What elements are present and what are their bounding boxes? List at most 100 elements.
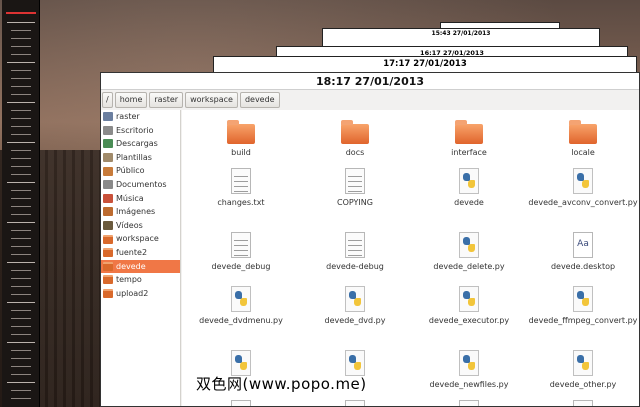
file-item-partial-row6-2[interactable] (298, 400, 412, 406)
file-label: changes.txt (217, 198, 265, 207)
file-label: devede_newfiles.py (429, 380, 509, 389)
ruler-tick (11, 190, 31, 191)
file-item-build[interactable]: build (184, 118, 298, 158)
file-item-devede[interactable]: devede (412, 168, 526, 208)
file-label: devede_ffmpeg_convert.py (528, 316, 638, 325)
sidebar-item-label: Escritorio (116, 125, 154, 135)
sidebar-item-devede[interactable]: devede (101, 259, 180, 274)
ruler-tick (7, 222, 35, 223)
file-label: devede_delete.py (433, 262, 505, 271)
ruler-tick (11, 46, 31, 47)
sidebar-item-label: Documentos (116, 179, 167, 189)
ruler-tick (11, 30, 31, 31)
sidebar-item-descargas[interactable]: Descargas (101, 137, 180, 151)
sidebar-item-label: workspace (116, 234, 159, 244)
sidebar-item-tempo[interactable]: tempo (101, 273, 180, 287)
file-item-devede-avconv-convert[interactable]: devede_avconv_convert.py (526, 168, 639, 208)
breadcrumb-root[interactable]: / (102, 92, 113, 108)
sidebar-item-plantillas[interactable]: Plantillas (101, 151, 180, 165)
sidebar-item-workspace[interactable]: workspace (101, 232, 180, 246)
file-label: interface (451, 148, 487, 157)
documents-folder-icon (103, 180, 113, 190)
ruler-tick (11, 166, 31, 167)
breadcrumb-home[interactable]: home (114, 92, 148, 108)
file-item-interface[interactable]: interface (412, 118, 526, 158)
sidebar-item-label: Descargas (116, 139, 158, 149)
file-label: devede-debug (326, 262, 384, 271)
sidebar-item-publico[interactable]: Público (101, 164, 180, 178)
sidebar-item-escritorio[interactable]: Escritorio (101, 124, 180, 138)
python-file-icon (573, 286, 593, 312)
ruler-indicator (6, 12, 36, 14)
sidebar-item-imagenes[interactable]: Imágenes (101, 205, 180, 219)
ruler-tick (11, 358, 31, 359)
ruler-tick (11, 310, 31, 311)
ruler-tick (11, 150, 31, 151)
ruler-tick (7, 382, 35, 383)
file-item-docs[interactable]: docs (298, 118, 412, 158)
file-item-partial-row6-4[interactable] (526, 400, 639, 406)
file-label: devede_dvd.py (324, 316, 386, 325)
sidebar-item-videos[interactable]: Vídeos (101, 219, 180, 233)
file-item-partial-row6-1[interactable] (184, 400, 298, 406)
file-item-devede-delete[interactable]: devede_delete.py (412, 232, 526, 272)
python-file-icon (573, 168, 593, 194)
sidebar-item-label: devede (116, 261, 146, 271)
sidebar-item-fuente2[interactable]: fuente2 (101, 246, 180, 260)
ruler-tick (11, 86, 31, 87)
file-item-copying[interactable]: COPYING (298, 168, 412, 208)
file-item-devede-executor[interactable]: devede_executor.py (412, 286, 526, 326)
sidebar-item-label: Música (116, 193, 144, 203)
ruler-tick (11, 326, 31, 327)
python-file-icon (459, 286, 479, 312)
file-item-devede-dvd[interactable]: devede_dvd.py (298, 286, 412, 326)
breadcrumb-devede[interactable]: devede (239, 92, 280, 108)
ruler-tick (7, 302, 35, 303)
stacked-window-1[interactable]: 15:43 27/01/2013 (322, 28, 600, 48)
file-label: locale (571, 148, 595, 157)
folder-icon (103, 248, 113, 258)
file-icon-view: build docs interface locale changes.txt … (182, 110, 639, 406)
folder-icon (569, 120, 597, 144)
sidebar-item-documentos[interactable]: Documentos (101, 178, 180, 192)
ruler-tick (11, 334, 31, 335)
file-item-devede-newfiles[interactable]: devede_newfiles.py (412, 350, 526, 390)
ruler-tick (11, 206, 31, 207)
file-manager-window[interactable]: 18:17 27/01/2013 / home raster workspace… (100, 72, 640, 407)
watermark-text: 双色网(www.popo.me) (196, 375, 367, 393)
ruler-tick (11, 270, 31, 271)
sidebar-item-label: tempo (116, 275, 142, 285)
file-item-devede-debug-dash[interactable]: devede-debug (298, 232, 412, 272)
sidebar-item-musica[interactable]: Música (101, 192, 180, 206)
ruler-tick (11, 70, 31, 71)
folder-icon (341, 120, 369, 144)
file-item-devede-other[interactable]: devede_other.py (526, 350, 639, 390)
file-item-devede-debug-underscore[interactable]: devede_debug (184, 232, 298, 272)
sidebar-item-raster[interactable]: raster (101, 110, 180, 124)
folder-icon (103, 234, 113, 244)
ruler-tick (11, 246, 31, 247)
folder-icon (103, 275, 113, 285)
file-label: docs (345, 148, 365, 157)
pictures-folder-icon (103, 207, 113, 217)
folder-icon (227, 120, 255, 144)
folder-icon (103, 261, 113, 271)
file-item-locale[interactable]: locale (526, 118, 639, 158)
file-item-devede-ffmpeg-convert[interactable]: devede_ffmpeg_convert.py (526, 286, 639, 326)
ruler-tick (11, 158, 31, 159)
python-file-icon (573, 350, 593, 376)
ruler-tick (11, 126, 31, 127)
file-item-changes-txt[interactable]: changes.txt (184, 168, 298, 208)
videos-folder-icon (103, 221, 113, 231)
ruler-tick (11, 214, 31, 215)
breadcrumb-raster[interactable]: raster (149, 92, 184, 108)
sidebar-item-label: upload2 (116, 288, 149, 298)
file-item-partial-row6-3[interactable] (412, 400, 526, 406)
places-sidebar: raster Escritorio Descargas Plantillas P… (101, 110, 181, 406)
ruler-tick (11, 390, 31, 391)
file-item-devede-dvdmenu[interactable]: devede_dvdmenu.py (184, 286, 298, 326)
file-item-devede-desktop[interactable]: Aa devede.desktop (526, 232, 639, 272)
ruler-tick (11, 238, 31, 239)
sidebar-item-upload2[interactable]: upload2 (101, 287, 180, 301)
breadcrumb-workspace[interactable]: workspace (185, 92, 238, 108)
